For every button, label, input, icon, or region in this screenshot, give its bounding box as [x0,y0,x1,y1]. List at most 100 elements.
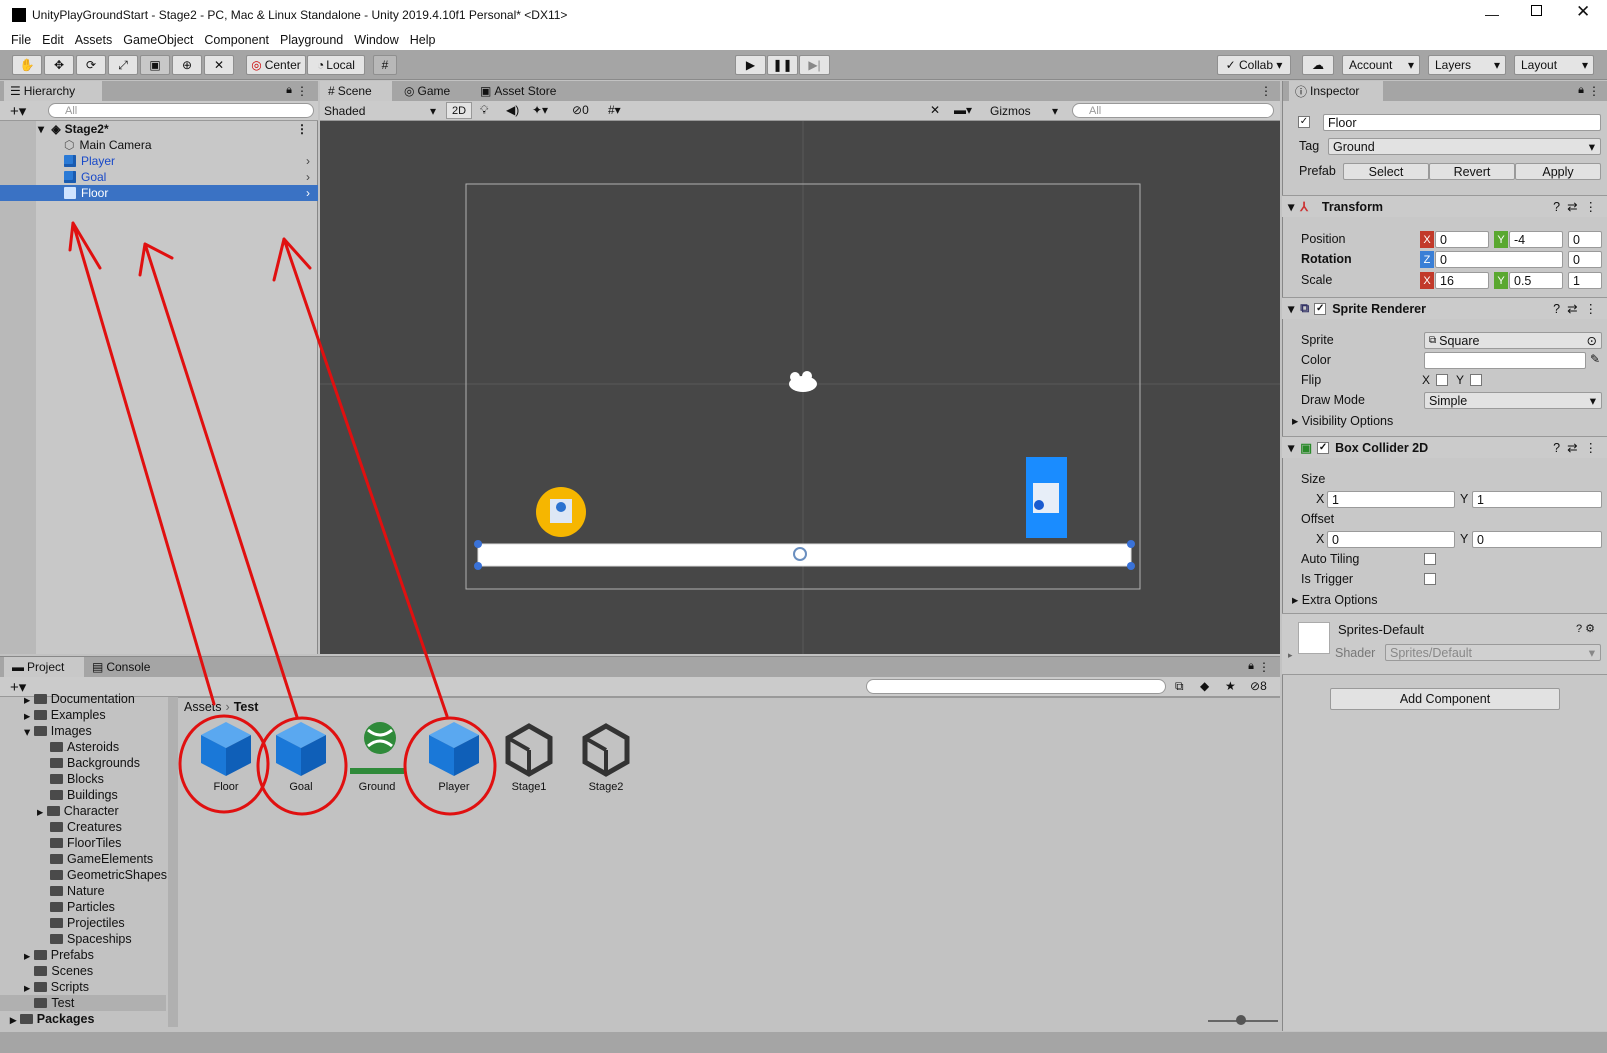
minimize-icon[interactable]: — [1485,6,1499,22]
add-component-button[interactable]: Add Component [1330,688,1560,710]
offset-x-field[interactable]: 0 [1327,531,1455,548]
hierarchy-item-goal[interactable]: Goal › [0,169,318,185]
pause-button[interactable]: ❚❚ [767,55,798,75]
rotation-extra-field[interactable]: 0 [1568,251,1602,268]
menu-assets[interactable]: Assets [75,33,113,47]
hierarchy-scene-row[interactable]: ▾ ◈ Stage2* ⋮ [0,121,318,137]
component-enabled-checkbox[interactable]: ✓ [1314,302,1327,315]
scale-y-field[interactable]: 0.5 [1509,272,1563,289]
color-swatch[interactable] [1424,352,1586,369]
eyedropper-icon[interactable]: ✎ [1590,352,1600,366]
tree-item[interactable]: Buildings [50,787,118,803]
tree-item[interactable]: ▸ Character [37,803,119,819]
sprite-field[interactable]: ⧉ Square ⊙ [1424,332,1602,349]
material-preview[interactable] [1298,622,1330,654]
draw-mode-dropdown[interactable]: Simple ▾ [1424,392,1602,409]
rect-handle[interactable] [1127,562,1135,570]
tree-scrollbar[interactable] [168,697,178,1027]
tools-icon[interactable]: ✕ [930,103,940,117]
tab-scene[interactable]: # Scene [320,81,392,101]
camera-icon[interactable]: ▬▾ [954,103,972,117]
tag-dropdown[interactable]: Ground ▾ [1328,138,1601,155]
menu-edit[interactable]: Edit [42,33,64,47]
hierarchy-item-player[interactable]: Player › [0,153,318,169]
object-picker-icon[interactable]: ⊙ [1587,333,1597,348]
component-menu-icons[interactable]: ? ⇄ ⋮ [1553,199,1597,214]
tree-item[interactable]: GeometricShapes [50,867,167,883]
lock-icon[interactable]: 🔒︎ [1578,84,1584,97]
camera-gizmo-icon[interactable] [789,371,817,392]
scene-menu-icon[interactable]: ⋮ [296,122,308,136]
audio-icon[interactable]: ◀) [506,103,519,117]
asset-stage1[interactable]: Stage1 [494,720,564,793]
scene-search-input[interactable]: All [1072,103,1274,118]
hierarchy-item-main-camera[interactable]: ⬡ Main Camera [0,137,318,153]
create-plus-button[interactable]: +▾ [10,102,26,120]
asset-stage2[interactable]: Stage2 [571,720,641,793]
prefab-select-button[interactable]: Select [1343,163,1429,180]
asset-floor[interactable]: Floor [191,720,261,793]
grid-snap-icon[interactable]: # [373,55,397,75]
size-x-field[interactable]: 1 [1327,491,1455,508]
chevron-right-icon[interactable]: › [306,170,310,184]
tab-inspector[interactable]: ⓘ Inspector [1289,81,1383,101]
breadcrumb-current[interactable]: Test [234,700,259,714]
tree-item[interactable]: ▸ Prefabs [24,947,94,963]
effects-icon[interactable]: ✦▾ [532,103,548,117]
component-enabled-checkbox[interactable]: ✓ [1317,441,1330,454]
tree-item[interactable]: FloorTiles [50,835,121,851]
breadcrumb-root[interactable]: Assets [184,700,222,714]
transform-tool-icon[interactable]: ⊕ [172,55,202,75]
hierarchy-item-floor[interactable]: Floor › [0,185,318,201]
hidden-packages-toggle[interactable]: ⊘ 8 [1250,679,1267,693]
hierarchy-search-input[interactable]: All [48,103,314,118]
scale-x-field[interactable]: 16 [1435,272,1489,289]
menu-window[interactable]: Window [354,33,398,47]
shader-dropdown[interactable]: Sprites/Default ▾ [1385,644,1601,661]
icon-size-slider-thumb[interactable] [1236,1015,1246,1025]
play-button[interactable]: ▶ [735,55,766,75]
tree-item[interactable]: Projectiles [50,915,125,931]
step-button[interactable]: ▶| [799,55,830,75]
tree-item[interactable]: Backgrounds [50,755,140,771]
rect-handle[interactable] [474,562,482,570]
tree-item[interactable]: Creatures [50,819,122,835]
flip-y-checkbox[interactable] [1470,374,1482,386]
flip-x-checkbox[interactable] [1436,374,1448,386]
material-foldout-icon[interactable]: ▸ [1288,650,1293,661]
rect-handle[interactable] [1127,540,1135,548]
hand-tool-icon[interactable]: ✋ [12,55,42,75]
account-dropdown[interactable]: Account ▾ [1342,55,1420,75]
tab-asset-store[interactable]: ▣ Asset Store [480,81,580,101]
maximize-icon[interactable] [1531,5,1542,16]
menu-component[interactable]: Component [204,33,269,47]
auto-tiling-checkbox[interactable] [1424,553,1436,565]
box-collider-header[interactable]: ▾ ▣ ✓ Box Collider 2D ? ⇄ ⋮ [1282,436,1607,458]
tree-item[interactable]: Nature [50,883,105,899]
floor-sprite[interactable] [477,543,1132,567]
is-trigger-checkbox[interactable] [1424,573,1436,585]
chevron-right-icon[interactable]: › [306,154,310,168]
hidden-objects-toggle[interactable]: ⊘ 0 [572,103,589,117]
pivot-center-button[interactable]: ◎ Center [246,55,306,75]
move-tool-icon[interactable]: ✥ [44,55,74,75]
player-sprite[interactable] [536,487,586,537]
extra-options-foldout[interactable]: ▸ Extra Options [1292,592,1377,607]
tree-item[interactable]: GameElements [50,851,153,867]
tree-item[interactable]: ▾ Images [24,723,92,739]
rotate-tool-icon[interactable]: ⟳ [76,55,106,75]
transform-header[interactable]: ▾ ⅄ Transform ? ⇄ ⋮ [1282,195,1607,217]
asset-ground[interactable]: Ground [342,720,412,793]
lock-icon[interactable]: 🔒︎ [286,84,292,97]
sprite-renderer-header[interactable]: ▾ ⧉ ✓ Sprite Renderer ? ⇄ ⋮ [1282,297,1607,319]
position-y-field[interactable]: -4 [1509,231,1563,248]
favorite-star-icon[interactable]: ★ [1225,679,1236,693]
prefab-apply-button[interactable]: Apply [1515,163,1601,180]
layout-dropdown[interactable]: Layout ▾ [1514,55,1594,75]
kebab-menu-icon[interactable]: ⋮ [1588,84,1600,98]
component-menu-icons[interactable]: ? ⇄ ⋮ [1553,301,1597,316]
close-icon[interactable]: ✕ [1576,2,1590,22]
filter-type-icon[interactable]: ⧉ [1175,679,1184,694]
lock-icon[interactable]: 🔒︎ [1248,660,1254,673]
gizmos-dropdown[interactable]: Gizmos ▾ [990,102,1060,119]
